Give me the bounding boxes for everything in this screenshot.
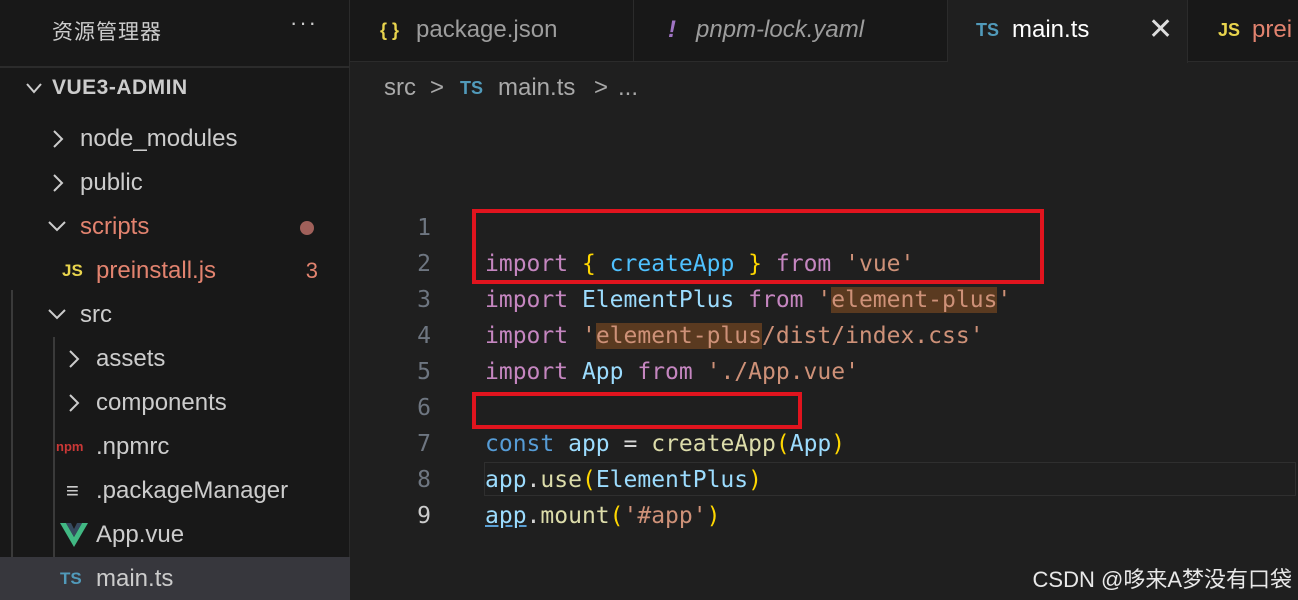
breadcrumb-item-src[interactable]: src (384, 66, 416, 110)
breadcrumb-item-main-ts[interactable]: main.ts (498, 66, 575, 110)
code-line-5: 5 (351, 318, 1298, 385)
modified-dot (300, 221, 314, 235)
breadcrumb-separator: > (594, 74, 609, 101)
breadcrumb-separator: > (430, 74, 445, 101)
tree-item-label: assets (96, 345, 166, 372)
tree-item-components[interactable]: components (0, 381, 350, 425)
chevron-right-icon (53, 174, 64, 192)
code-text: app.mount('#app') (485, 503, 721, 529)
tab-main-ts[interactable]: TS main.ts ✕ (948, 0, 1188, 63)
tree-item-label: src (80, 301, 112, 328)
tree-item-node-modules[interactable]: node_modules (0, 117, 350, 161)
tree-item-scripts[interactable]: scripts (0, 205, 350, 249)
tree-item-label: .npmrc (96, 433, 170, 460)
tree-item-preinstall-js[interactable]: JS preinstall.js 3 (0, 249, 350, 293)
vue-file-icon (60, 523, 88, 547)
npm-file-icon: npm (56, 439, 84, 454)
explorer-title: 资源管理器 (52, 21, 162, 44)
chevron-right-icon (69, 394, 80, 412)
yaml-file-icon: ! (668, 16, 676, 43)
tree-item-label: main.ts (96, 565, 174, 592)
js-file-icon: JS (1218, 20, 1241, 40)
tree-item-label: components (96, 389, 227, 416)
tree-item-label: preinstall.js (96, 257, 217, 284)
chevron-down-icon (48, 221, 66, 232)
highlight-box-imports (472, 209, 1044, 284)
line-number: 9 (417, 503, 431, 529)
code-line-6: 6 const app = createApp(App) (351, 354, 1298, 457)
tree-item-label: node_modules (80, 125, 238, 152)
tab-label: package.json (416, 16, 558, 43)
explorer-sidebar: 资源管理器 ··· VUE3-ADMIN node_modules public (0, 0, 350, 600)
tree-item-public[interactable]: public (0, 161, 350, 205)
problem-count-badge: 3 (305, 258, 318, 283)
chevron-down-icon (48, 309, 66, 320)
code-editor[interactable]: 1 import { createApp } from 'vue' 2 impo… (351, 112, 1298, 600)
tab-pnpm-lock[interactable]: ! pnpm-lock.yaml (634, 0, 948, 62)
editor-tabs: { } package.json ! pnpm-lock.yaml TS mai… (350, 0, 1298, 63)
tree-item-label: .packageManager (96, 477, 289, 504)
tree-item-npmrc[interactable]: npm .npmrc (0, 425, 350, 469)
watermark: CSDN @哆来A梦没有口袋 (1032, 567, 1292, 592)
tab-label: pnpm-lock.yaml (696, 16, 865, 43)
text-file-icon: ≡ (66, 478, 79, 503)
tab-package-json[interactable]: { } package.json (350, 0, 634, 62)
tab-label: main.ts (1012, 16, 1090, 43)
js-file-icon: JS (62, 261, 83, 280)
code-line-1: 1 import { createApp } from 'vue' (351, 174, 1298, 277)
tree-item-src[interactable]: src (0, 293, 350, 337)
close-icon[interactable]: ✕ (1148, 0, 1173, 60)
project-name: VUE3-ADMIN (52, 76, 188, 99)
code-line-9: 9 (351, 462, 1298, 529)
tab-label: prei (1252, 16, 1293, 43)
code-line-4: 4 import App from './App.vue' (351, 282, 1298, 385)
chevron-right-icon (69, 350, 80, 368)
tree-item-app-vue[interactable]: App.vue (0, 513, 350, 557)
tree-item-package-manager[interactable]: ≡ .packageManager (0, 469, 350, 513)
highlight-box-app-use (472, 392, 802, 429)
tree-item-assets[interactable]: assets (0, 337, 350, 381)
chevron-right-icon (53, 130, 64, 148)
chevron-down-icon (26, 83, 42, 94)
vscode-window: 资源管理器 ··· VUE3-ADMIN node_modules public (0, 0, 1298, 600)
ts-file-icon: TS (976, 20, 1000, 40)
ts-file-icon: TS (460, 78, 484, 98)
ts-file-icon: TS (60, 569, 82, 588)
more-actions-icon[interactable]: ··· (290, 10, 318, 36)
tree-item-label: scripts (80, 213, 150, 240)
breadcrumb-item-more[interactable]: ... (618, 66, 638, 110)
tree-item-label: public (80, 169, 143, 196)
tab-preinstall-js[interactable]: JS prei (1188, 0, 1298, 62)
code-line-8: 8 app.mount('#app') (351, 426, 1298, 529)
json-file-icon: { } (380, 20, 400, 40)
file-tree: node_modules public scripts JS preinstal… (0, 117, 350, 600)
tree-item-main-ts[interactable]: TS main.ts (0, 557, 350, 600)
project-root[interactable]: VUE3-ADMIN (0, 66, 350, 110)
tree-item-label: App.vue (96, 521, 185, 548)
